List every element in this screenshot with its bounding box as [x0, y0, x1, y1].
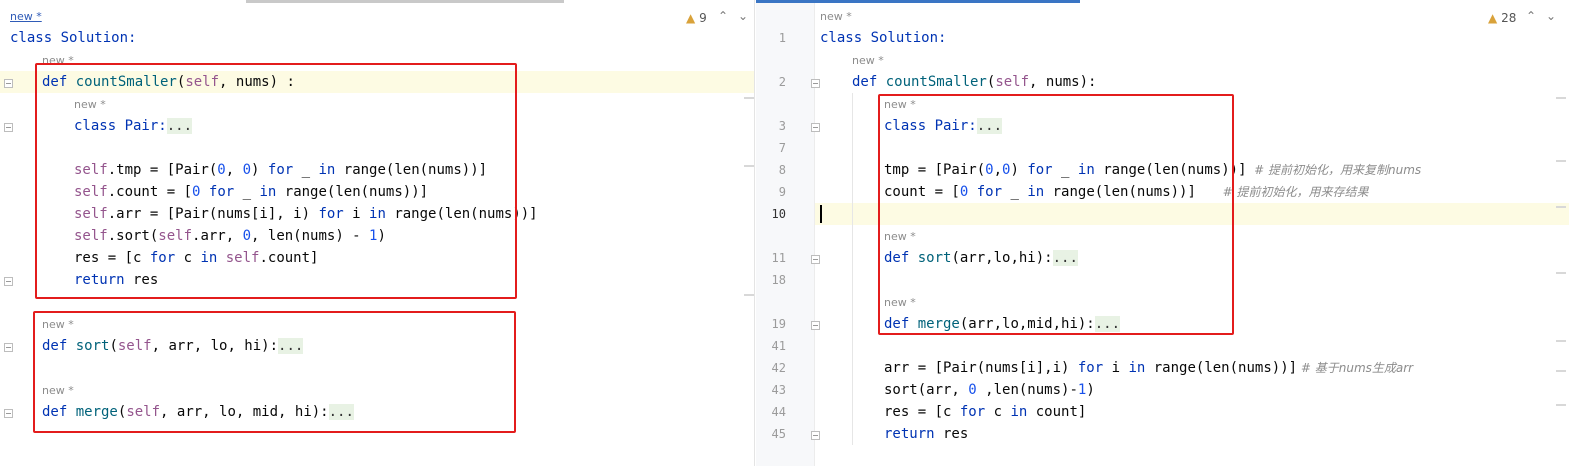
right-editor-pane[interactable]: 1 2 3 7 8 9 10 11 18 19 41 42 43 44 45 ▲…	[756, 0, 1569, 466]
scrollbar-marker[interactable]	[744, 294, 754, 296]
line-number: 44	[771, 405, 786, 419]
line-number: 18	[771, 273, 786, 287]
code-line[interactable]: def countSmaller(self, nums):	[852, 71, 1096, 93]
fold-icon[interactable]	[4, 343, 13, 352]
warning-icon: ▲	[1488, 11, 1498, 25]
fold-icon[interactable]	[811, 431, 820, 440]
scrollbar-marker[interactable]	[1556, 404, 1566, 406]
chevron-up-icon[interactable]: ⌃	[718, 9, 728, 23]
left-editor-pane[interactable]: new * ▲ 9 ⌃ ⌄ class Solution: new * def …	[0, 0, 755, 466]
line-number: 8	[778, 163, 786, 177]
text-cursor	[820, 205, 822, 223]
fold-icon[interactable]	[4, 277, 13, 286]
chevron-down-icon[interactable]: ⌄	[1546, 9, 1556, 23]
scrollbar-marker[interactable]	[1556, 97, 1566, 99]
indent-guide	[852, 93, 853, 445]
codelens-hint[interactable]: new *	[820, 10, 852, 23]
line-number: 42	[771, 361, 786, 375]
codelens-hint[interactable]: new *	[10, 10, 42, 23]
tab-scroll-indicator	[246, 0, 564, 3]
warning-icon: ▲	[686, 11, 696, 25]
scrollbar-marker[interactable]	[1556, 206, 1566, 208]
line-number: 41	[771, 339, 786, 353]
annotation-box	[878, 94, 1234, 335]
line-number: 3	[778, 119, 786, 133]
line-number: 9	[778, 185, 786, 199]
scrollbar-marker[interactable]	[1556, 160, 1566, 162]
line-number: 1	[778, 31, 786, 45]
code-line[interactable]: sort(arr, 0 ,len(nums)-1)	[884, 379, 1095, 401]
scrollbar-marker[interactable]	[1556, 340, 1566, 342]
fold-icon[interactable]	[811, 79, 820, 88]
chevron-down-icon[interactable]: ⌄	[738, 9, 748, 23]
line-number: 11	[771, 251, 786, 265]
fold-icon[interactable]	[811, 123, 820, 132]
code-line[interactable]: arr = [Pair(nums[i],i) for i in range(le…	[884, 357, 1413, 379]
code-comment: # 提前初始化，用来复制nums	[1246, 163, 1422, 177]
scrollbar-marker[interactable]	[1556, 370, 1566, 372]
scrollbar-marker[interactable]	[744, 165, 754, 167]
line-number: 45	[771, 427, 786, 441]
line-number: 2	[778, 75, 786, 89]
code-comment: # 基于nums生成arr	[1297, 361, 1414, 375]
line-number: 19	[771, 317, 786, 331]
codelens-hint[interactable]: new *	[852, 54, 884, 67]
scrollbar-marker[interactable]	[744, 97, 754, 99]
inspection-warning-badge[interactable]: ▲ 28	[1488, 11, 1516, 25]
code-line[interactable]: class Solution:	[820, 27, 946, 49]
annotation-box	[33, 311, 516, 433]
fold-icon[interactable]	[4, 79, 13, 88]
line-number: 7	[778, 141, 786, 155]
line-number: 10	[771, 207, 786, 221]
code-line[interactable]: class Solution:	[10, 27, 136, 49]
code-line[interactable]: return res	[884, 423, 968, 445]
code-line[interactable]: res = [c for c in count]	[884, 401, 1086, 423]
fold-icon[interactable]	[4, 123, 13, 132]
line-number: 43	[771, 383, 786, 397]
fold-icon[interactable]	[811, 321, 820, 330]
active-tab-indicator	[756, 0, 1080, 3]
inspection-warning-badge[interactable]: ▲ 9	[686, 11, 707, 25]
fold-icon[interactable]	[811, 255, 820, 264]
annotation-box	[35, 63, 517, 299]
fold-icon[interactable]	[4, 409, 13, 418]
chevron-up-icon[interactable]: ⌃	[1526, 9, 1536, 23]
scrollbar-marker[interactable]	[1556, 272, 1566, 274]
